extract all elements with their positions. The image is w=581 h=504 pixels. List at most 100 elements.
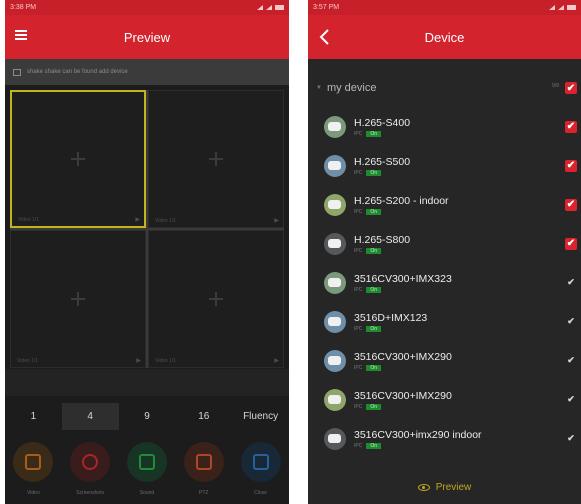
device-row[interactable]: 3516CV300+IMX323 IPC On ✔ (308, 263, 581, 302)
camera-icon (324, 232, 346, 255)
device-checkbox[interactable]: ✔ (565, 433, 577, 445)
layout-4-button[interactable]: 4 (61, 403, 119, 430)
tool-label: Sound (139, 490, 155, 496)
signal-icon (549, 5, 555, 10)
device-name: H.265-S500 (354, 155, 411, 168)
battery-icon (275, 5, 284, 10)
group-count: 9/9 (552, 83, 559, 89)
layout-selector: 1 4 9 16 Fluency (5, 403, 289, 430)
camera-icon (324, 193, 346, 216)
screenshots-button[interactable]: Screenshots (63, 434, 117, 504)
video-button[interactable]: Video (6, 434, 60, 504)
playback-bar (5, 369, 289, 396)
tool-label: Video (27, 490, 40, 496)
close-button[interactable]: Close (234, 434, 288, 504)
layout-16-button[interactable]: 16 (175, 403, 232, 430)
sound-icon (138, 454, 155, 470)
device-checkbox[interactable]: ✔ (565, 159, 577, 172)
device-type: IPC (354, 364, 363, 371)
info-icon (13, 68, 21, 76)
device-row[interactable]: H.265-S500 IPC On ✔ (308, 146, 581, 185)
device-checkbox[interactable]: ✔ (565, 237, 577, 250)
device-checkbox[interactable]: ✔ (565, 277, 577, 289)
layout-9-button[interactable]: 9 (119, 403, 176, 430)
ptz-button[interactable]: PTZ (177, 434, 231, 504)
signal-icon (558, 5, 564, 10)
channel-label: Video 1/1 (155, 218, 177, 224)
device-checkbox[interactable]: ✔ (565, 355, 577, 367)
app-bar: Preview (5, 15, 289, 59)
status-time: 3:38 PM (10, 4, 37, 11)
online-badge: On (366, 364, 382, 371)
device-name: 3516CV300+imx290 indoor (354, 428, 482, 441)
preview-label: Preview (435, 481, 472, 493)
video-cell[interactable]: Video 1/1 ▶ (148, 230, 284, 368)
eye-icon (417, 483, 430, 491)
device-row[interactable]: H.265-S800 IPC On ✔ (308, 224, 581, 263)
add-icon (209, 292, 223, 306)
preview-button[interactable]: Preview (308, 473, 581, 501)
video-cell[interactable]: Video 1/1 ▶ (10, 90, 146, 228)
device-type: IPC (354, 286, 363, 293)
channel-label: Video 1/1 (18, 217, 40, 223)
device-row[interactable]: 3516D+IMX123 IPC On ✔ (308, 302, 581, 341)
group-checkbox[interactable]: ✔ (565, 82, 577, 94)
record-icon (25, 454, 42, 470)
channel-label: Video 1/1 (155, 358, 177, 364)
online-badge: On (366, 208, 382, 215)
device-type: IPC (354, 442, 363, 449)
device-group-header[interactable]: ▼ my device 9/9 ✔ (308, 69, 581, 107)
chevron-down-icon: ▼ (316, 85, 322, 91)
device-type: IPC (354, 403, 363, 410)
device-row[interactable]: H.265-S200 - indoor IPC On ✔ (308, 185, 581, 224)
device-name: 3516CV300+IMX290 (354, 389, 452, 402)
device-checkbox[interactable]: ✔ (565, 316, 577, 328)
sound-button[interactable]: Sound (120, 434, 174, 504)
device-checkbox[interactable]: ✔ (565, 198, 577, 211)
device-list: H.265-S400 IPC On ✔ H.265-S500 IPC On ✔ H.… (308, 107, 581, 458)
device-checkbox[interactable]: ✔ (565, 120, 577, 133)
tool-label: PTZ (199, 490, 209, 496)
status-icons (549, 5, 576, 10)
device-type: IPC (354, 208, 363, 215)
snapshot-icon (82, 454, 99, 470)
online-badge: On (366, 247, 382, 254)
battery-icon (567, 5, 576, 10)
video-cell[interactable]: Video 1/1 ▶ (10, 230, 146, 368)
control-toolbar: Video Screenshots Sound PTZ Close (5, 434, 289, 504)
arrow-icon: ▶ (135, 217, 140, 223)
page-title: Device (424, 29, 465, 45)
arrow-icon: ▶ (136, 358, 141, 364)
tool-label: Close (254, 490, 267, 496)
tool-label: Screenshots (76, 490, 105, 496)
online-badge: On (366, 286, 382, 293)
camera-icon (324, 154, 346, 177)
online-badge: On (366, 403, 382, 410)
device-name: 3516CV300+IMX290 (354, 350, 452, 363)
online-badge: On (366, 442, 382, 449)
device-type: IPC (354, 325, 363, 332)
camera-icon (324, 349, 346, 372)
online-badge: On (366, 130, 382, 137)
device-row[interactable]: 3516CV300+imx290 indoor IPC On ✔ (308, 419, 581, 458)
app-bar: Device (308, 15, 581, 59)
device-row[interactable]: H.265-S400 IPC On ✔ (308, 107, 581, 146)
shake-notice: shake shake can be found add device (5, 59, 289, 85)
camera-icon (324, 427, 346, 450)
device-type: IPC (354, 130, 363, 137)
add-icon (71, 292, 85, 306)
camera-icon (324, 310, 346, 333)
device-name: H.265-S800 (354, 233, 411, 246)
device-row[interactable]: 3516CV300+IMX290 IPC On ✔ (308, 341, 581, 380)
status-time: 3:57 PM (313, 4, 340, 11)
device-name: 3516CV300+IMX323 (354, 272, 452, 285)
layout-1-button[interactable]: 1 (5, 403, 62, 430)
video-cell[interactable]: Video 1/1 ▶ (148, 90, 284, 228)
fluency-button[interactable]: Fluency (232, 403, 289, 430)
signal-icon (266, 5, 272, 10)
device-checkbox[interactable]: ✔ (565, 394, 577, 406)
status-bar: 3:57 PM (308, 0, 581, 15)
device-screen: 3:57 PM Device ▼ my device 9/9 ✔ H.265-S… (308, 0, 581, 504)
device-row[interactable]: 3516CV300+IMX290 IPC On ✔ (308, 380, 581, 419)
camera-icon (324, 115, 346, 138)
